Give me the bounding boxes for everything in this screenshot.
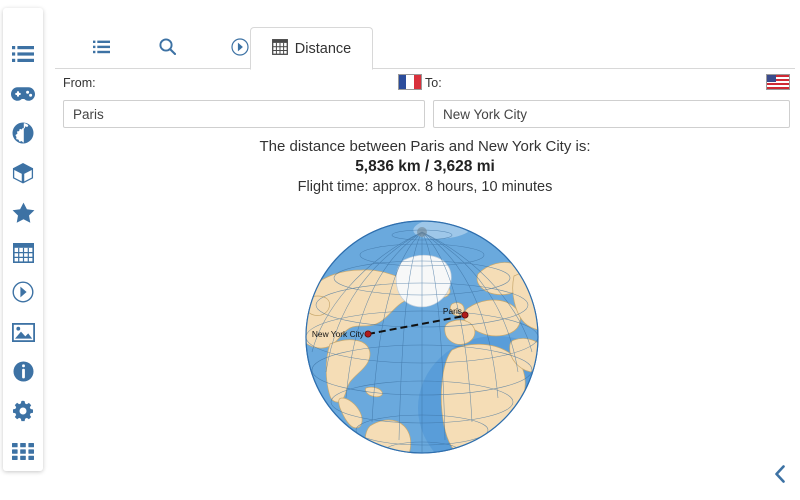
- sidebar-item-table[interactable]: [3, 233, 43, 273]
- result-distance: 5,836 km / 3,628 mi: [355, 158, 495, 175]
- gear-icon: [12, 400, 34, 422]
- tab-search[interactable]: [134, 27, 200, 69]
- result-description: The distance between Paris and New York …: [259, 138, 591, 155]
- distance-result: The distance between Paris and New York …: [55, 137, 795, 197]
- star-icon: [12, 202, 35, 224]
- sidebar-item-settings[interactable]: [3, 392, 43, 432]
- to-input[interactable]: [433, 100, 790, 128]
- from-label: From:: [63, 76, 96, 90]
- sidebar-item-favorites[interactable]: [3, 193, 43, 233]
- clock-circle-icon: [231, 37, 249, 59]
- from-to-labels: From: To:: [63, 72, 790, 96]
- to-label: To:: [425, 76, 442, 90]
- list-icon: [12, 45, 34, 63]
- list-icon: [92, 40, 110, 57]
- sidebar-item-images[interactable]: [3, 312, 43, 352]
- tab-distance[interactable]: Distance: [250, 27, 373, 70]
- table-grid-icon: [12, 242, 34, 263]
- back-button[interactable]: [769, 463, 791, 489]
- chevron-left-icon: [774, 464, 786, 488]
- sidebar-item-time[interactable]: [3, 272, 43, 312]
- from-input[interactable]: [63, 100, 425, 128]
- location-inputs: [63, 100, 790, 128]
- destination-marker: [461, 311, 469, 319]
- info-circle-icon: [13, 361, 34, 382]
- tab-strip: Distance: [55, 27, 795, 70]
- sidebar-item-apps[interactable]: [3, 431, 43, 471]
- result-flight-time: Flight time: approx. 8 hours, 10 minutes: [297, 179, 553, 195]
- globe-icon: [12, 122, 34, 144]
- apps-grid-icon: [12, 442, 34, 460]
- flag-france-icon: [398, 74, 422, 90]
- sidebar-item-info[interactable]: [3, 352, 43, 392]
- main-panel: Distance From: To: Paris New York City T…: [55, 0, 800, 500]
- cube-icon: [12, 162, 34, 184]
- image-icon: [11, 322, 35, 342]
- globe-map: New York City Paris: [300, 212, 550, 464]
- flag-united-states-icon: [766, 74, 790, 90]
- origin-marker: [364, 330, 372, 338]
- tab-distance-label: Distance: [294, 40, 352, 57]
- origin-label: New York City: [312, 329, 365, 339]
- calculator-icon: [271, 39, 288, 58]
- clock-circle-icon: [12, 281, 34, 303]
- sidebar-item-games[interactable]: [3, 74, 43, 114]
- sidebar-item-package[interactable]: [3, 153, 43, 193]
- app-window: Distance From: To: Paris New York City T…: [0, 0, 800, 500]
- tab-list[interactable]: [68, 27, 134, 69]
- sidebar: [3, 8, 43, 471]
- gamepad-icon: [11, 86, 35, 102]
- search-icon: [158, 38, 176, 58]
- sidebar-item-world[interactable]: [3, 113, 43, 153]
- destination-label: Paris: [443, 306, 462, 316]
- sidebar-item-list[interactable]: [3, 34, 43, 74]
